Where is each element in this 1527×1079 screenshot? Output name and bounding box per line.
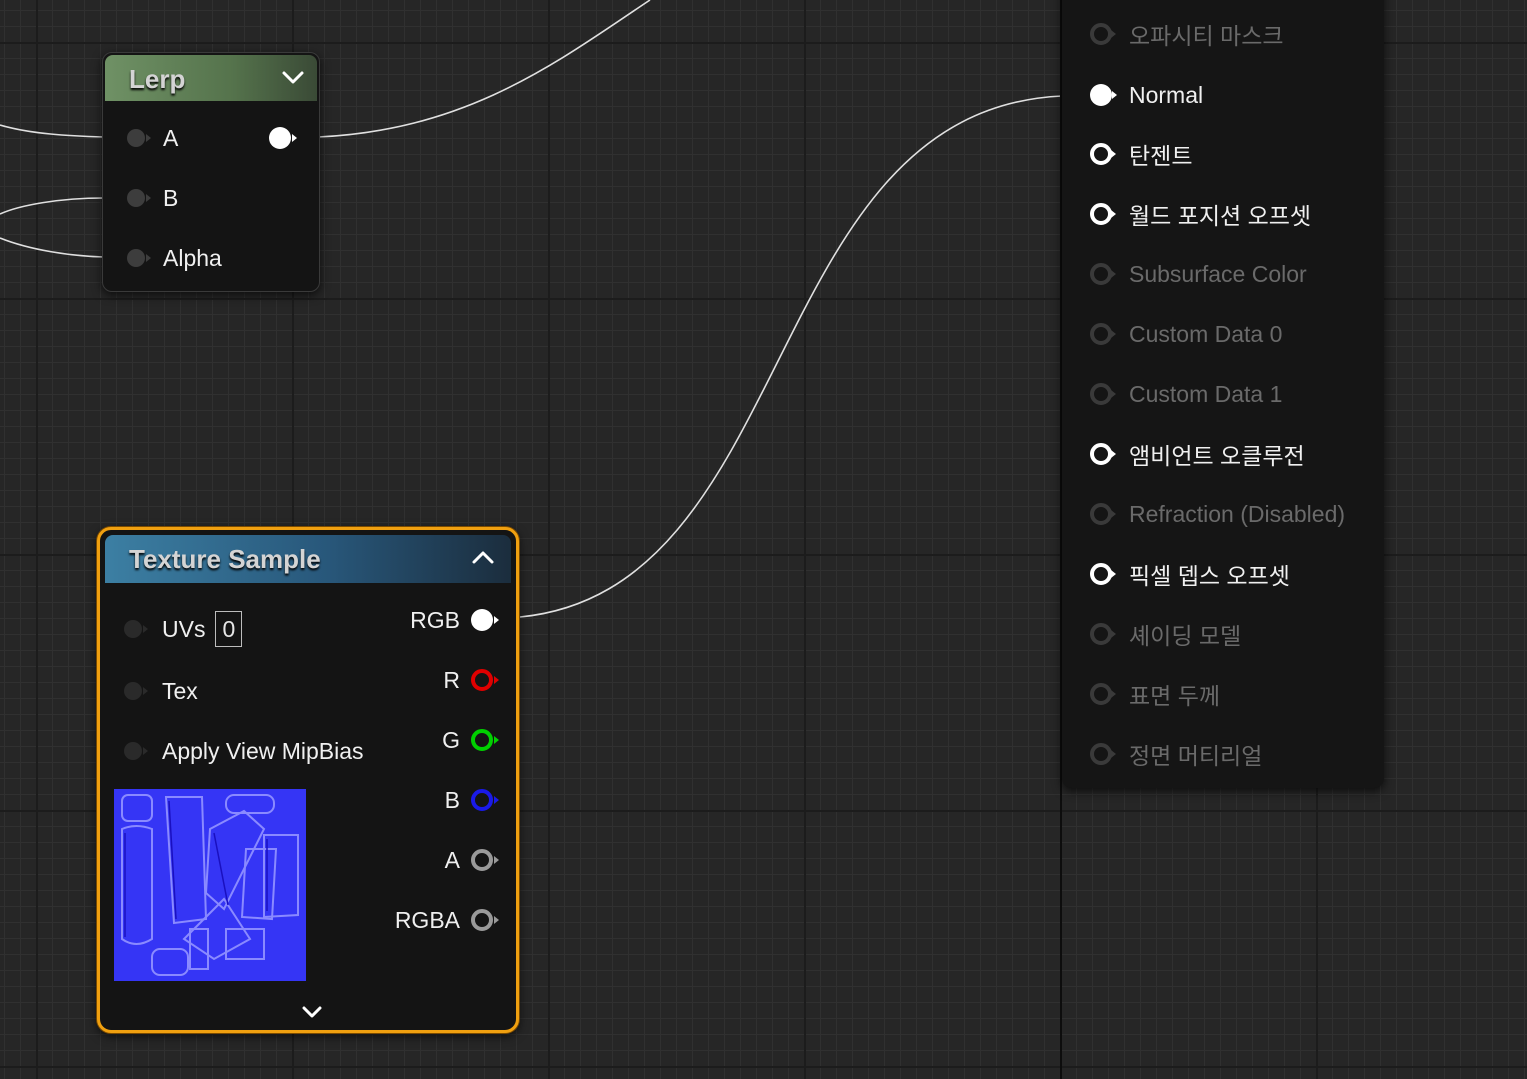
pin-open-icon[interactable] (1088, 739, 1120, 769)
pin-label: 정면 머티리얼 (1129, 743, 1263, 769)
pin-label: RGBA (394, 906, 460, 933)
result-pin-pixel-depth-offset[interactable]: 픽셀 뎁스 오프셋 (1088, 559, 1290, 589)
pin-disconnected-icon[interactable] (123, 123, 155, 153)
uvs-value-field[interactable]: 0 (215, 611, 243, 647)
pin-disconnected-icon[interactable] (120, 736, 152, 766)
result-pin-refraction[interactable]: Refraction (Disabled) (1088, 499, 1345, 529)
pin-label: A (163, 124, 179, 151)
pin-label: Custom Data 1 (1129, 380, 1283, 407)
texture-input-mipbias[interactable]: Apply View MipBias (120, 736, 364, 766)
pin-open-icon[interactable] (1088, 259, 1120, 289)
pin-open-icon[interactable] (1088, 619, 1120, 649)
pin-disconnected-icon[interactable] (123, 183, 155, 213)
result-pin-subsurface-color[interactable]: Subsurface Color (1088, 259, 1307, 289)
pin-label: Apply View MipBias (162, 737, 364, 764)
pin-label: Subsurface Color (1129, 260, 1307, 287)
result-pin-shading-model[interactable]: 셰이딩 모델 (1088, 619, 1241, 649)
pin-label: A (444, 846, 460, 873)
pin-label: 탄젠트 (1129, 143, 1193, 169)
texture-output-rgb[interactable]: RGB (410, 605, 502, 635)
wire-incoming-top (317, 0, 651, 138)
result-pin-opacity-mask[interactable]: 오파시티 마스크 (1088, 19, 1284, 49)
pin-open-icon[interactable] (1088, 199, 1120, 229)
pin-label: 오파시티 마스크 (1129, 23, 1284, 49)
texture-output-r[interactable]: R (443, 665, 502, 695)
lerp-output-pin-icon[interactable] (265, 123, 301, 153)
pin-label: 앰비언트 오클루전 (1129, 443, 1305, 469)
material-result-node[interactable]: 오파시티 마스크 Normal 탄젠트 월드 포지션 오프셋 Subsurfac… (1062, 0, 1384, 788)
result-pin-tangent[interactable]: 탄젠트 (1088, 139, 1192, 169)
pin-label: Alpha (163, 244, 222, 271)
pin-open-icon[interactable] (1088, 319, 1120, 349)
lerp-node[interactable]: Lerp A B Alpha (102, 52, 320, 292)
pin-label: Custom Data 0 (1129, 320, 1283, 347)
texture-node-title: Texture Sample (129, 544, 321, 574)
lerp-node-title: Lerp (129, 64, 186, 94)
pin-open-icon[interactable] (1088, 679, 1120, 709)
lerp-node-header[interactable]: Lerp (105, 55, 317, 101)
pin-connected-icon[interactable] (468, 605, 502, 635)
pin-connected-icon[interactable] (1088, 80, 1120, 110)
expand-chevron-icon[interactable] (300, 1004, 324, 1022)
pin-label: G (442, 726, 460, 753)
result-pin-custom-data-0[interactable]: Custom Data 0 (1088, 319, 1282, 349)
result-pin-world-position-offset[interactable]: 월드 포지션 오프셋 (1088, 199, 1311, 229)
pin-disconnected-icon[interactable] (120, 676, 152, 706)
pin-label: Normal (1129, 81, 1204, 108)
pin-open-icon[interactable] (1088, 139, 1120, 169)
pin-label: B (163, 184, 179, 211)
lerp-input-alpha[interactable]: Alpha (123, 243, 222, 273)
texture-sample-node[interactable]: Texture Sample UVs 0 Tex Apply View MipB… (97, 527, 519, 1033)
pin-open-icon[interactable] (468, 845, 502, 875)
chevron-up-icon[interactable] (471, 548, 495, 566)
texture-node-header[interactable]: Texture Sample (105, 535, 511, 583)
lerp-input-b[interactable]: B (123, 183, 178, 213)
pin-label: 월드 포지션 오프셋 (1129, 203, 1312, 229)
lerp-input-a[interactable]: A (123, 123, 178, 153)
result-pin-normal[interactable]: Normal (1088, 80, 1203, 110)
texture-output-rgba[interactable]: RGBA (395, 905, 502, 935)
pin-open-icon[interactable] (468, 905, 502, 935)
result-pin-front-material[interactable]: 정면 머티리얼 (1088, 739, 1262, 769)
pin-label: 픽셀 뎁스 오프셋 (1129, 563, 1290, 589)
pin-open-icon[interactable] (468, 665, 502, 695)
result-pin-custom-data-1[interactable]: Custom Data 1 (1088, 379, 1282, 409)
pin-label: 표면 두께 (1129, 683, 1221, 709)
pin-label: UVs (162, 615, 206, 642)
pin-open-icon[interactable] (468, 725, 502, 755)
pin-open-icon[interactable] (1088, 19, 1120, 49)
pin-open-icon[interactable] (468, 785, 502, 815)
pin-label: Tex (162, 677, 198, 704)
texture-output-b[interactable]: B (445, 785, 502, 815)
texture-output-a[interactable]: A (445, 845, 502, 875)
result-pin-surface-thickness[interactable]: 표면 두께 (1088, 679, 1220, 709)
pin-open-icon[interactable] (1088, 379, 1120, 409)
wire-incoming-alpha (0, 237, 105, 258)
wire-rgb-to-normal (519, 95, 1063, 618)
pin-open-icon[interactable] (1088, 559, 1120, 589)
chevron-down-icon[interactable] (281, 69, 305, 87)
texture-output-g[interactable]: G (442, 725, 502, 755)
pin-open-icon[interactable] (1088, 499, 1120, 529)
pin-label: R (443, 666, 460, 693)
texture-preview-image (114, 789, 306, 981)
pin-disconnected-icon[interactable] (123, 243, 155, 273)
texture-input-tex[interactable]: Tex (120, 676, 198, 706)
pin-disconnected-icon[interactable] (120, 614, 152, 644)
pin-label: 셰이딩 모델 (1129, 623, 1242, 649)
pin-label: RGB (410, 606, 460, 633)
pin-label: B (444, 786, 460, 813)
texture-input-uvs[interactable]: UVs 0 (120, 609, 243, 649)
result-pin-ambient-occlusion[interactable]: 앰비언트 오클루전 (1088, 439, 1305, 469)
wire-incoming-b (0, 197, 105, 215)
wire-incoming-a (0, 124, 105, 138)
pin-open-icon[interactable] (1088, 439, 1120, 469)
pin-label: Refraction (Disabled) (1129, 500, 1346, 527)
